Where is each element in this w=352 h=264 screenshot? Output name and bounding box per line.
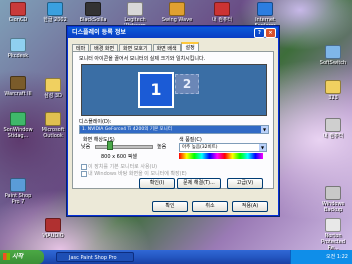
desktop-icon-label: Norton Protected Re... — [321, 233, 345, 251]
desktop-icon-network[interactable]: 내 컴퓨터 — [316, 118, 350, 139]
desktop-icon-label: SoftSwitch — [319, 60, 347, 66]
desktop-icon-label: 내 컴퓨터 — [323, 133, 343, 139]
color-quality-select[interactable]: 아주 높음(32비트) ▼ — [179, 143, 267, 152]
color-palette-bar — [179, 153, 263, 159]
desktop-icon-folder[interactable]: 삼성 3D — [36, 78, 70, 99]
app-icon — [325, 45, 341, 59]
desktop-icon-paintshop[interactable]: Paint Shop Pro 7 — [1, 178, 35, 205]
primary-monitor-label: 이 장치를 기본 모니터로 사용(U) — [88, 164, 158, 170]
ok-button[interactable]: 확인 — [152, 201, 188, 212]
advanced-button[interactable]: 고급(V) — [227, 178, 263, 189]
start-button[interactable]: 시작 — [0, 250, 44, 264]
system-tray: 오전 1:22 — [290, 250, 352, 264]
desktop-icon-outlook[interactable]: Microsoft Outlook — [36, 112, 70, 139]
primary-monitor-checkbox[interactable] — [81, 164, 87, 170]
help-button[interactable]: ? — [254, 28, 265, 38]
warcraft-icon — [10, 76, 26, 90]
app-icon — [85, 2, 101, 16]
desktop-icon-label: Microsoft Outlook — [41, 127, 65, 139]
app-icon — [169, 2, 185, 16]
desktop-icon-sonwindow[interactable]: SonWindow Stidag... — [1, 112, 35, 139]
recycle-bin-icon — [325, 218, 341, 232]
monitor-2[interactable]: 2 — [175, 74, 199, 94]
folder-icon — [325, 80, 341, 94]
dialog-titlebar[interactable]: 디스플레이 등록 정보 ? × — [68, 27, 278, 38]
desktop-icon-ie[interactable]: Internet Explorer — [248, 2, 282, 29]
display-select-value: 1. NVIDIA GeForce4 Ti 4200의 기본 모니터 — [82, 127, 172, 132]
monitor-1[interactable]: 1 — [138, 72, 174, 108]
clock[interactable]: 오전 1:22 — [326, 254, 348, 260]
desktop-icon-norton[interactable]: Norton Protected Re... — [316, 218, 350, 251]
internet-explorer-icon — [257, 2, 273, 16]
resolution-low-label: 낮음 — [81, 144, 91, 150]
desktop-icon-label: VIAUDIO — [42, 233, 64, 239]
chevron-down-icon: ▼ — [261, 126, 268, 133]
desktop-icon-clonecd[interactable]: ClonCD — [1, 2, 35, 23]
dialog-title: 디스플레이 등록 정보 — [72, 29, 126, 36]
paint-shop-icon — [10, 178, 26, 192]
desktop-icon-label: 내 컴퓨터 — [212, 17, 232, 23]
app-icon — [10, 38, 26, 52]
desktop-icon-blacksollla[interactable]: BlackSollla — [76, 2, 110, 23]
color-quality-value: 아주 높음(32비트) — [182, 145, 218, 150]
desktop-icon-label: ClonCD — [8, 17, 28, 23]
settings-panel: 모니터 아이콘을 끌어서 모니터의 실제 크기와 일치시킵니다. 1 2 디스플… — [72, 51, 274, 189]
monitor-arrangement: 1 2 — [81, 64, 267, 116]
desktop-icon-label: 323 — [328, 95, 338, 101]
outlook-icon — [45, 112, 61, 126]
taskbar-item-label: Jasc Paint Shop Pro — [69, 255, 117, 261]
audio-icon — [45, 218, 61, 232]
desktop-icon-hangul[interactable]: 한글 2002 — [38, 2, 72, 23]
desktop-icon-label: 삼성 3D — [44, 93, 62, 99]
desktop-icon-app[interactable]: 내 컴퓨터 — [205, 2, 239, 23]
troubleshoot-button[interactable]: 문제 해결(T)... — [177, 178, 221, 189]
desktop-icon-label: Pkcdesk — [7, 53, 29, 59]
close-button[interactable]: × — [265, 28, 276, 38]
desktop-icon-folder-323[interactable]: 323 — [316, 80, 350, 101]
start-label: 시작 — [12, 253, 24, 260]
cancel-button[interactable]: 취소 — [192, 201, 228, 212]
resolution-high-label: 높음 — [157, 144, 167, 150]
folder-icon — [45, 78, 61, 92]
extend-desktop-label: 내 Windows 바탕 화면을 이 모니터에 확장(E) — [88, 171, 187, 177]
extend-desktop-checkbox[interactable] — [81, 171, 87, 177]
clonecd-icon — [10, 2, 26, 16]
desktop-icon-label: 한글 2002 — [43, 17, 67, 23]
desktop-icon-pkcdesk[interactable]: Pkcdesk — [1, 38, 35, 59]
apply-button[interactable]: 적용(A) — [232, 201, 268, 212]
desktop-icon-swingwave[interactable]: Swing Wave — [160, 2, 194, 23]
desktop-icon-label: Windows Backup — [321, 201, 345, 213]
tab-strip: 테마 배경 화면 화면 보호기 화면 배색 설정 — [72, 42, 199, 53]
desktop-icon-label: BlackSollla — [79, 17, 107, 23]
windows-logo-icon — [3, 253, 10, 260]
desktop-icon-softswitch[interactable]: SoftSwitch — [316, 45, 350, 66]
color-quality-label: 색 품질(C) — [179, 137, 202, 143]
instruction-text: 모니터 아이콘을 끌어서 모니터의 실제 크기와 일치시킵니다. — [79, 56, 206, 62]
app-icon — [214, 2, 230, 16]
desktop-icon-viaudio[interactable]: VIAUDIO — [36, 218, 70, 239]
display-select[interactable]: 1. NVIDIA GeForce4 Ti 4200의 기본 모니터 ▼ — [79, 125, 269, 134]
computer-icon — [325, 118, 341, 132]
desktop-icon-warcraft[interactable]: Warcraft III — [1, 76, 35, 97]
taskbar-item-paintshop[interactable]: Jasc Paint Shop Pro — [56, 252, 134, 262]
desktop-icon-label: Paint Shop Pro 7 — [4, 193, 32, 205]
display-label: 디스플레이(D): — [79, 119, 112, 125]
hangul-icon — [47, 2, 63, 16]
chevron-down-icon: ▼ — [259, 144, 266, 151]
resolution-value: 800 x 600 픽셀 — [101, 154, 138, 160]
display-properties-dialog: 디스플레이 등록 정보 ? × 테마 배경 화면 화면 보호기 화면 배색 설정… — [67, 26, 279, 216]
identify-button[interactable]: 확인(I) — [139, 178, 175, 189]
taskbar: 시작 Jasc Paint Shop Pro 오전 1:22 — [0, 250, 352, 264]
desktop-icon-label: Swing Wave — [161, 17, 193, 23]
webcam-icon — [127, 2, 143, 16]
resolution-slider-thumb[interactable] — [107, 141, 113, 150]
desktop-icon-label: SonWindow Stidag... — [3, 127, 33, 139]
desktop-icon-backup[interactable]: Windows Backup — [316, 186, 350, 213]
desktop-icon-logitech[interactable]: Logitech Webcam — [118, 2, 152, 29]
resolution-slider[interactable] — [95, 145, 153, 149]
backup-icon — [325, 186, 341, 200]
desktop-icon-label: Warcraft III — [4, 91, 32, 97]
app-icon — [10, 112, 26, 126]
